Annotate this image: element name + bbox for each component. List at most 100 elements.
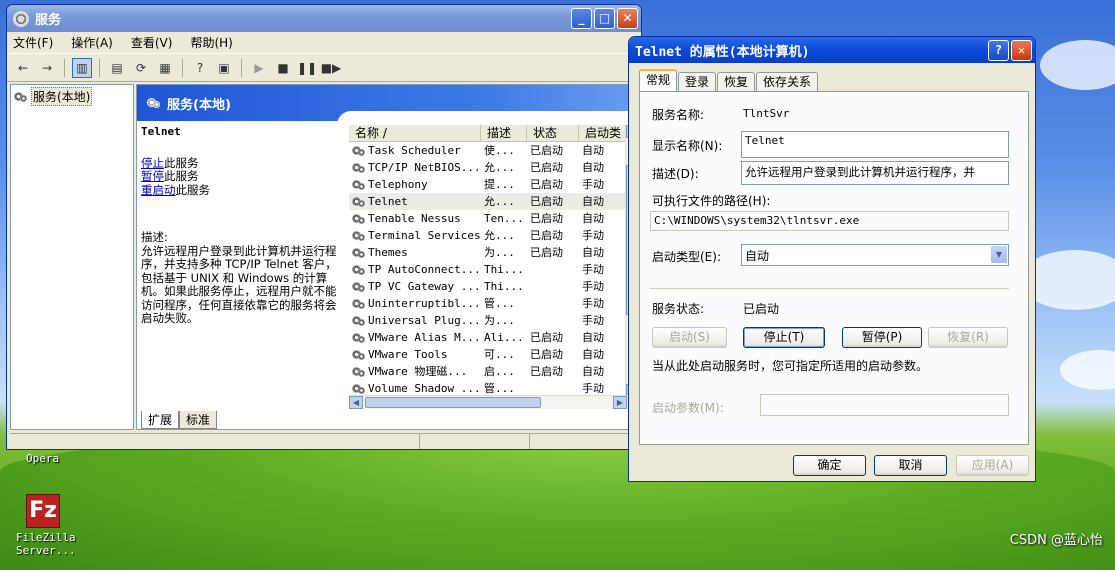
apply-button[interactable]: 应用(A) bbox=[956, 455, 1029, 476]
horizontal-scrollbar[interactable]: ◀ ▶ bbox=[349, 395, 641, 409]
help-icon[interactable]: ? bbox=[190, 58, 210, 78]
window-title: 服务 bbox=[35, 13, 62, 28]
table-row[interactable]: Themes 为... 已启动 自动 bbox=[349, 244, 641, 261]
column-startup-type[interactable]: 启动类 bbox=[579, 125, 627, 141]
path-field[interactable]: C:\WINDOWS\system32\tlntsvr.exe bbox=[650, 211, 1009, 231]
table-row[interactable]: Universal Plug... 为... 手动 bbox=[349, 312, 641, 329]
gear-icon bbox=[14, 91, 28, 103]
menu-view[interactable]: 查看(V) bbox=[131, 34, 173, 51]
services-titlebar[interactable]: 服务 _ □ ✕ bbox=[7, 5, 641, 32]
tab-recovery[interactable]: 恢复 bbox=[717, 72, 756, 92]
horizontal-scroll-thumb[interactable] bbox=[365, 397, 541, 408]
status-bar bbox=[10, 433, 640, 449]
dialog-title: Telnet 的属性(本地计算机) bbox=[635, 44, 810, 60]
service-name-cell: Terminal Services bbox=[349, 227, 481, 244]
restart-service-icon[interactable]: ■▶ bbox=[321, 58, 342, 78]
table-row[interactable]: Telnet 允... 已启动 自动 bbox=[349, 193, 641, 210]
export-list-icon[interactable]: ▦ bbox=[155, 58, 175, 78]
status-cell: 已启动 bbox=[530, 195, 563, 208]
service-name-cell: Task Scheduler bbox=[349, 142, 481, 159]
description-text: 允许远程用户登录到此计算机并运行程序，并支持多种 TCP/IP Telnet 客… bbox=[141, 243, 337, 325]
tab-dependencies[interactable]: 依存关系 bbox=[756, 72, 819, 92]
menu-action[interactable]: 操作(A) bbox=[71, 34, 113, 51]
filezilla-icon[interactable]: Fz bbox=[26, 494, 60, 528]
ok-button[interactable]: 确定 bbox=[793, 455, 866, 476]
status-cell: 已启动 bbox=[530, 246, 563, 259]
menu-file[interactable]: 文件(F) bbox=[13, 34, 53, 51]
dialog-titlebar[interactable]: Telnet 的属性(本地计算机) ? ✕ bbox=[629, 37, 1035, 63]
description-cell: 启... bbox=[484, 365, 515, 378]
cancel-button[interactable]: 取消 bbox=[874, 455, 947, 476]
table-row[interactable]: Uninterruptibl... 管... 手动 bbox=[349, 295, 641, 312]
stop-button[interactable]: 停止(T) bbox=[743, 327, 825, 348]
restart-service-link[interactable]: 重启动 bbox=[141, 183, 176, 197]
scroll-left-icon[interactable]: ◀ bbox=[349, 396, 363, 409]
hint-text: 当从此处启动服务时，您可指定所适用的启动参数。 bbox=[652, 359, 929, 373]
column-name[interactable]: 名称 / bbox=[349, 125, 481, 141]
table-row[interactable]: VMware Tools 可... 已启动 自动 bbox=[349, 346, 641, 363]
gear-icon bbox=[352, 349, 366, 361]
forward-arrow-icon[interactable]: → bbox=[37, 58, 57, 78]
description-cell: 允... bbox=[484, 229, 515, 242]
pause-service-link[interactable]: 暂停 bbox=[141, 169, 164, 183]
maximize-button[interactable]: □ bbox=[594, 8, 615, 29]
start-button[interactable]: 启动(S) bbox=[652, 327, 727, 348]
filezilla-label[interactable]: FileZilla Server... bbox=[16, 531, 76, 557]
startup-type-select[interactable]: 自动 ▼ bbox=[741, 244, 1009, 266]
gear-icon bbox=[352, 332, 366, 344]
minimize-button[interactable]: _ bbox=[571, 8, 592, 29]
gear-icon bbox=[352, 213, 366, 225]
service-name-cell: Themes bbox=[349, 244, 481, 261]
table-row[interactable]: TP AutoConnect... Thi... 手动 bbox=[349, 261, 641, 278]
tree-item-services-local[interactable]: 服务(本地) bbox=[14, 87, 130, 106]
description-cell: 允... bbox=[484, 195, 515, 208]
column-description[interactable]: 描述 bbox=[481, 125, 527, 141]
display-name-field[interactable]: Telnet bbox=[741, 131, 1009, 158]
table-row[interactable]: Terminal Services 允... 已启动 手动 bbox=[349, 227, 641, 244]
service-name-cell: Universal Plug... bbox=[349, 312, 481, 329]
tab-standard[interactable]: 标准 bbox=[179, 411, 218, 429]
back-arrow-icon[interactable]: ← bbox=[13, 58, 33, 78]
show-tree-icon[interactable]: ▥ bbox=[72, 57, 92, 78]
table-row[interactable]: Tenable Nessus Ten... 已启动 自动 bbox=[349, 210, 641, 227]
table-row[interactable]: VMware 物理磁... 启... 已启动 自动 bbox=[349, 363, 641, 380]
scroll-right-icon[interactable]: ▶ bbox=[613, 396, 627, 409]
help-button[interactable]: ? bbox=[988, 39, 1009, 61]
column-status[interactable]: 状态 bbox=[527, 125, 579, 141]
tab-general[interactable]: 常规 bbox=[639, 69, 678, 92]
table-row[interactable]: Task Scheduler 使... 已启动 自动 bbox=[349, 142, 641, 159]
service-name-cell: TCP/IP NetBIOS... bbox=[349, 159, 481, 176]
resume-button[interactable]: 恢复(R) bbox=[928, 327, 1008, 348]
console-icon[interactable]: ▣ bbox=[214, 58, 234, 78]
pause-button[interactable]: 暂停(P) bbox=[842, 327, 922, 348]
tab-extended[interactable]: 扩展 bbox=[141, 411, 180, 429]
pause-service-icon[interactable]: ❚❚ bbox=[297, 58, 317, 78]
description-cell: Thi... bbox=[484, 280, 524, 293]
table-row[interactable]: Telephony 提... 已启动 手动 bbox=[349, 176, 641, 193]
table-row[interactable]: TCP/IP NetBIOS... 允... 已启动 自动 bbox=[349, 159, 641, 176]
description-cell: 为... bbox=[484, 314, 515, 327]
status-label: 服务状态: bbox=[652, 302, 705, 316]
start-params-field[interactable] bbox=[760, 394, 1009, 416]
menu-help[interactable]: 帮助(H) bbox=[190, 34, 232, 51]
properties-icon[interactable]: ▤ bbox=[107, 58, 127, 78]
table-row[interactable]: VMware Alias M... Ali... 已启动 自动 bbox=[349, 329, 641, 346]
stop-service-link[interactable]: 停止 bbox=[141, 156, 164, 170]
gear-icon bbox=[352, 383, 366, 395]
description-field[interactable]: 允许远程用户登录到此计算机并运行程序，并 bbox=[741, 161, 1009, 185]
start-service-icon[interactable]: ▶ bbox=[249, 58, 269, 78]
table-row[interactable]: TP VC Gateway ... Thi... 手动 bbox=[349, 278, 641, 295]
service-name-cell: TP AutoConnect... bbox=[349, 261, 481, 278]
gear-icon bbox=[352, 315, 366, 327]
close-button[interactable]: ✕ bbox=[617, 8, 638, 29]
chevron-down-icon[interactable]: ▼ bbox=[991, 246, 1007, 263]
description-cell: Thi... bbox=[484, 263, 524, 276]
tab-logon[interactable]: 登录 bbox=[678, 72, 717, 92]
gear-icon bbox=[352, 145, 366, 157]
service-name-cell: TP VC Gateway ... bbox=[349, 278, 481, 295]
description-cell: 使... bbox=[484, 144, 515, 157]
dialog-close-button[interactable]: ✕ bbox=[1011, 39, 1032, 61]
opera-label[interactable]: Opera bbox=[26, 452, 59, 465]
refresh-icon[interactable]: ⟳ bbox=[131, 58, 151, 78]
stop-service-icon[interactable]: ■ bbox=[273, 58, 293, 78]
